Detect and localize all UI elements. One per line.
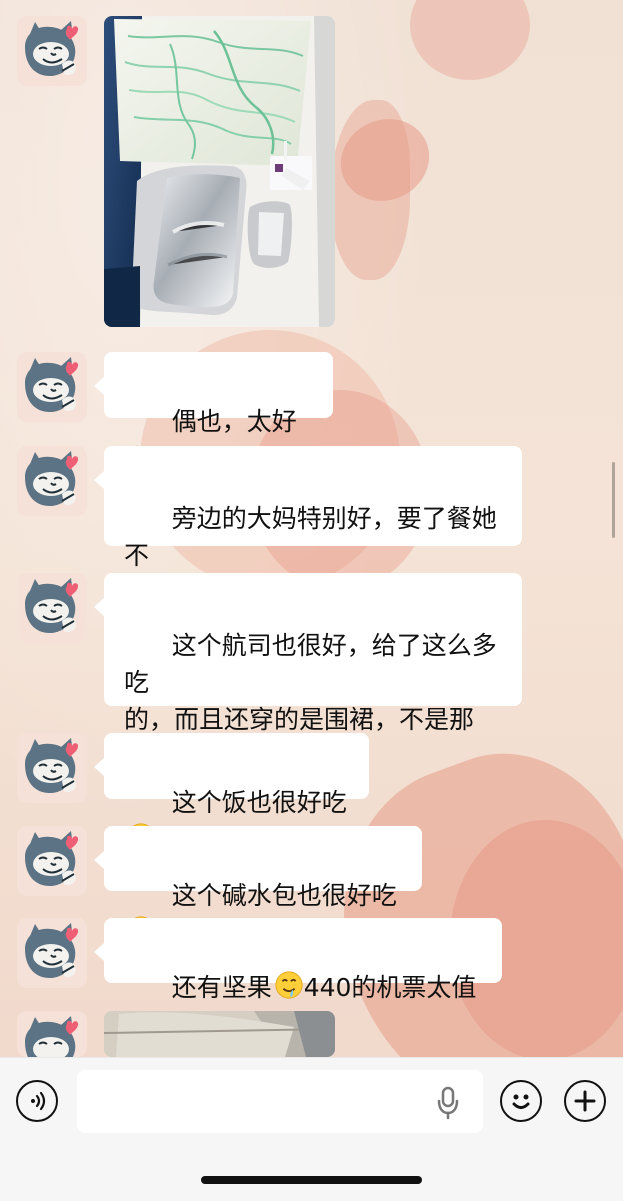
- chat-message-text: 偶也，太好吃了: [17, 352, 333, 473]
- wallpaper-heart-decoration: [410, 0, 530, 80]
- home-indicator[interactable]: [201, 1176, 422, 1184]
- tom-cat-avatar-icon: [17, 446, 87, 516]
- chat-message-text: 这个航司也很好，给了这么多吃 的，而且还穿的是围裙，不是那 个黑丝高跟鞋: [17, 573, 522, 771]
- chat-message-image: [17, 1011, 335, 1057]
- sender-avatar[interactable]: [17, 733, 87, 803]
- voice-input-button[interactable]: [16, 1080, 58, 1122]
- add-attachment-button[interactable]: [564, 1080, 606, 1122]
- sender-avatar[interactable]: [17, 573, 87, 643]
- sender-avatar[interactable]: [17, 16, 87, 86]
- chat-message-text: 这个碱水包也很好吃: [17, 826, 422, 944]
- chat-message-text: 这个饭也很好吃: [17, 733, 369, 851]
- partial-photo: [104, 1011, 335, 1057]
- message-bubble[interactable]: 旁边的大妈特别好，要了餐她不 饿，给我吃了: [94, 446, 522, 607]
- chat-message-image: [17, 16, 335, 327]
- chat-message-text: 还有坚果 440的机票太值了: [17, 918, 502, 1039]
- add-attachment-icon: [574, 1090, 596, 1112]
- emoji-picker-button[interactable]: [500, 1080, 542, 1122]
- message-bubble[interactable]: 这个碱水包也很好吃: [94, 826, 422, 944]
- message-text: 这个饭也很好吃: [171, 788, 347, 817]
- tom-cat-avatar-icon: [17, 16, 87, 86]
- tom-cat-avatar-icon: [17, 352, 87, 422]
- message-bubble[interactable]: 这个航司也很好，给了这么多吃 的，而且还穿的是围裙，不是那 个黑丝高跟鞋: [94, 573, 522, 771]
- tom-cat-avatar-icon: [17, 733, 87, 803]
- tom-cat-avatar-icon: [17, 826, 87, 896]
- message-bubble[interactable]: 偶也，太好吃了: [94, 352, 333, 473]
- sender-avatar[interactable]: [17, 918, 87, 988]
- airplane-meal-photo: [104, 16, 335, 327]
- microphone-icon[interactable]: [434, 1086, 462, 1120]
- message-bubble[interactable]: 这个饭也很好吃: [94, 733, 369, 851]
- sender-avatar[interactable]: [17, 352, 87, 422]
- message-text: 这个碱水包也很好吃: [171, 881, 397, 910]
- tom-cat-avatar-icon: [17, 1011, 87, 1057]
- emoji-picker-icon: [512, 1094, 530, 1109]
- chat-message-text: 旁边的大妈特别好，要了餐她不 饿，给我吃了: [17, 446, 522, 607]
- sender-avatar[interactable]: [17, 826, 87, 896]
- drooling-face-icon: [275, 971, 303, 999]
- sender-avatar[interactable]: [17, 446, 87, 516]
- sender-avatar[interactable]: [17, 1011, 87, 1057]
- message-input-field[interactable]: [77, 1070, 483, 1133]
- message-text-before-emoji: 还有坚果: [171, 973, 272, 1002]
- voice-input-icon: [31, 1091, 46, 1111]
- message-bubble[interactable]: 还有坚果 440的机票太值了: [94, 918, 502, 1039]
- meal-photo-image[interactable]: [104, 16, 335, 327]
- tom-cat-avatar-icon: [17, 918, 87, 988]
- chat-scrollbar[interactable]: [612, 462, 615, 538]
- partial-photo-image[interactable]: [104, 1011, 335, 1057]
- tom-cat-avatar-icon: [17, 573, 87, 643]
